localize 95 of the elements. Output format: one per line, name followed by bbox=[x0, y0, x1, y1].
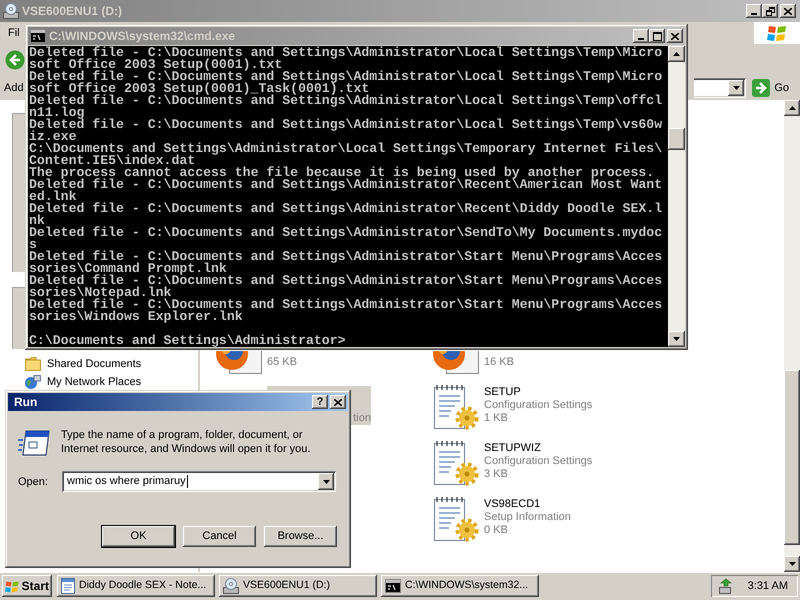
console-line: sories\Command Prompt.lnk bbox=[29, 263, 227, 275]
instructions-text: Type the name of a program, folder, document, or Internet resource, and Windows will open it for you. bbox=[61, 428, 312, 456]
tree-item[interactable]: Shared Documents bbox=[25, 355, 142, 373]
restore-button[interactable] bbox=[762, 4, 778, 18]
console-line: ed.lnk bbox=[29, 191, 76, 203]
console-icon bbox=[385, 579, 401, 593]
minimize-icon bbox=[751, 13, 757, 15]
console-line: Deleted file - C:\Documents and Settings\Administrator\Local Settings\Temp\vs60w bbox=[29, 119, 662, 131]
window-title: VSE600ENU1 (D:) bbox=[22, 4, 122, 18]
console-line: C:\Documents and Settings\Administrator\Local Settings\Temporary Internet Files\ bbox=[29, 143, 662, 155]
scroll-up-button[interactable] bbox=[668, 46, 685, 62]
console-line: Deleted file - C:\Documents and Settings\Administrator\Local Settings\Temp\Micro bbox=[29, 47, 662, 59]
taskbar-button[interactable]: Diddy Doodle SEX - Note... bbox=[57, 575, 215, 597]
file-label[interactable]: SETUP Configuration Settings 1 KB bbox=[484, 386, 592, 425]
tree-item[interactable]: My Network Places bbox=[25, 373, 142, 391]
close-icon bbox=[334, 398, 342, 406]
window-title: Run bbox=[14, 395, 38, 409]
dialog-button[interactable]: OK bbox=[101, 525, 176, 548]
text-cursor-icon bbox=[186, 475, 188, 488]
dropdown-button[interactable] bbox=[318, 473, 334, 490]
notepad-gear-icon bbox=[433, 384, 479, 430]
restore-icon bbox=[766, 6, 774, 16]
flag-icon bbox=[5, 578, 19, 594]
console-line: Deleted file - C:\Documents and Settings\Administrator\Local Settings\Temp\Micro bbox=[29, 71, 662, 83]
drive-icon bbox=[223, 578, 239, 594]
console-line: The process cannot access the file because it is being used by another process. bbox=[29, 167, 654, 179]
console-line: s bbox=[29, 239, 37, 251]
minimize-button[interactable] bbox=[633, 29, 649, 43]
go-arrow-icon bbox=[752, 79, 770, 97]
console-line: iz.exe bbox=[29, 131, 76, 143]
console-prompt: C:\Documents and Settings\Administrator> bbox=[29, 335, 346, 347]
open-combobox[interactable]: wmic os where primaruy bbox=[62, 471, 336, 492]
console-line: nk bbox=[29, 215, 45, 227]
file-label[interactable]: VS98ECD1 Setup Information 0 KB bbox=[484, 498, 571, 537]
open-label: Open: bbox=[18, 474, 49, 488]
console-line: Deleted file - C:\Documents and Settings\Administrator\Start Menu\Programs\Acces bbox=[29, 275, 662, 287]
program-window-icon bbox=[18, 428, 50, 456]
console-line: Deleted file - C:\Documents and Settings\Administrator\Local Settings\Temp\offcl bbox=[29, 95, 662, 107]
console-line: soft Office 2003 Setup(0001).txt bbox=[29, 59, 282, 71]
dialog-button[interactable]: Cancel bbox=[182, 525, 257, 548]
dropdown-button[interactable] bbox=[728, 80, 744, 96]
console-line: sories\Windows Explorer.lnk bbox=[29, 311, 243, 323]
scroll-down-button[interactable] bbox=[784, 556, 800, 572]
address-label: Add bbox=[4, 81, 24, 95]
clock: 3:31 AM bbox=[748, 579, 788, 593]
close-button[interactable] bbox=[667, 29, 683, 43]
close-icon bbox=[671, 32, 679, 40]
up-arrow-icon bbox=[788, 106, 796, 110]
window-title: C:\WINDOWS\system32\cmd.exe bbox=[49, 29, 236, 43]
scrollbar-thumb[interactable] bbox=[784, 370, 800, 545]
back-button[interactable] bbox=[5, 50, 25, 70]
network-icon bbox=[25, 375, 41, 389]
notepad-gear-icon bbox=[433, 496, 479, 542]
scroll-down-button[interactable] bbox=[668, 331, 685, 347]
flag-logo-icon bbox=[754, 22, 800, 44]
console-line: Deleted file - C:\Documents and Settings\Administrator\SendTo\My Documents.mydoc bbox=[29, 227, 662, 239]
minimize-icon bbox=[638, 38, 644, 40]
folder-icon bbox=[25, 357, 41, 371]
maximize-button[interactable] bbox=[649, 29, 665, 43]
file-label[interactable]: SETUPWIZ Configuration Settings 3 KB bbox=[484, 442, 592, 481]
drive-icon bbox=[3, 3, 19, 19]
go-button[interactable]: Go bbox=[751, 78, 790, 98]
console-icon bbox=[30, 29, 46, 43]
console-line: soft Office 2003 Setup(0001)_Task(0001).txt bbox=[29, 83, 370, 95]
console-line: Deleted file - C:\Documents and Settings\Administrator\Start Menu\Programs\Acces bbox=[29, 251, 662, 263]
caret-icon bbox=[322, 480, 330, 484]
menu-item[interactable]: Fil bbox=[2, 25, 26, 41]
console-line: n11.log bbox=[29, 107, 84, 119]
down-arrow-icon bbox=[673, 337, 680, 341]
close-icon bbox=[784, 8, 792, 14]
close-button[interactable] bbox=[780, 4, 796, 18]
console-line: Content.IE5\index.dat bbox=[29, 155, 196, 167]
minimize-button[interactable] bbox=[746, 4, 762, 18]
address-field[interactable] bbox=[694, 78, 746, 98]
taskbar-button[interactable]: C:\WINDOWS\system32... bbox=[381, 575, 539, 597]
help-button[interactable]: ? bbox=[312, 395, 328, 409]
close-button[interactable] bbox=[330, 395, 346, 409]
dialog-button[interactable]: Browse... bbox=[263, 525, 338, 548]
caret-icon bbox=[732, 86, 740, 90]
file-label[interactable]: 16 KB bbox=[484, 356, 514, 369]
device-tray-icon bbox=[718, 578, 734, 594]
console-line: Deleted file - C:\Documents and Settings\Administrator\Start Menu\Programs\Acces bbox=[29, 299, 662, 311]
console-line: sories\Notepad.lnk bbox=[29, 287, 172, 299]
start-button[interactable]: Start bbox=[2, 575, 52, 597]
taskbar-button[interactable]: VSE600ENU1 (D:) bbox=[219, 575, 377, 597]
scroll-up-button[interactable] bbox=[784, 100, 800, 116]
notepad-gear-icon bbox=[433, 440, 479, 486]
up-arrow-icon bbox=[673, 52, 680, 56]
console-line: Deleted file - C:\Documents and Settings\Administrator\Recent\American Most Want bbox=[29, 179, 662, 191]
down-arrow-icon bbox=[788, 562, 796, 566]
console-line: Deleted file - C:\Documents and Settings\Administrator\Recent\Diddy Doodle SEX.l bbox=[29, 203, 662, 215]
notepad-icon bbox=[61, 578, 75, 594]
scrollbar-thumb[interactable] bbox=[668, 128, 685, 150]
file-label[interactable]: 65 KB bbox=[267, 356, 297, 369]
maximize-icon bbox=[652, 32, 662, 40]
